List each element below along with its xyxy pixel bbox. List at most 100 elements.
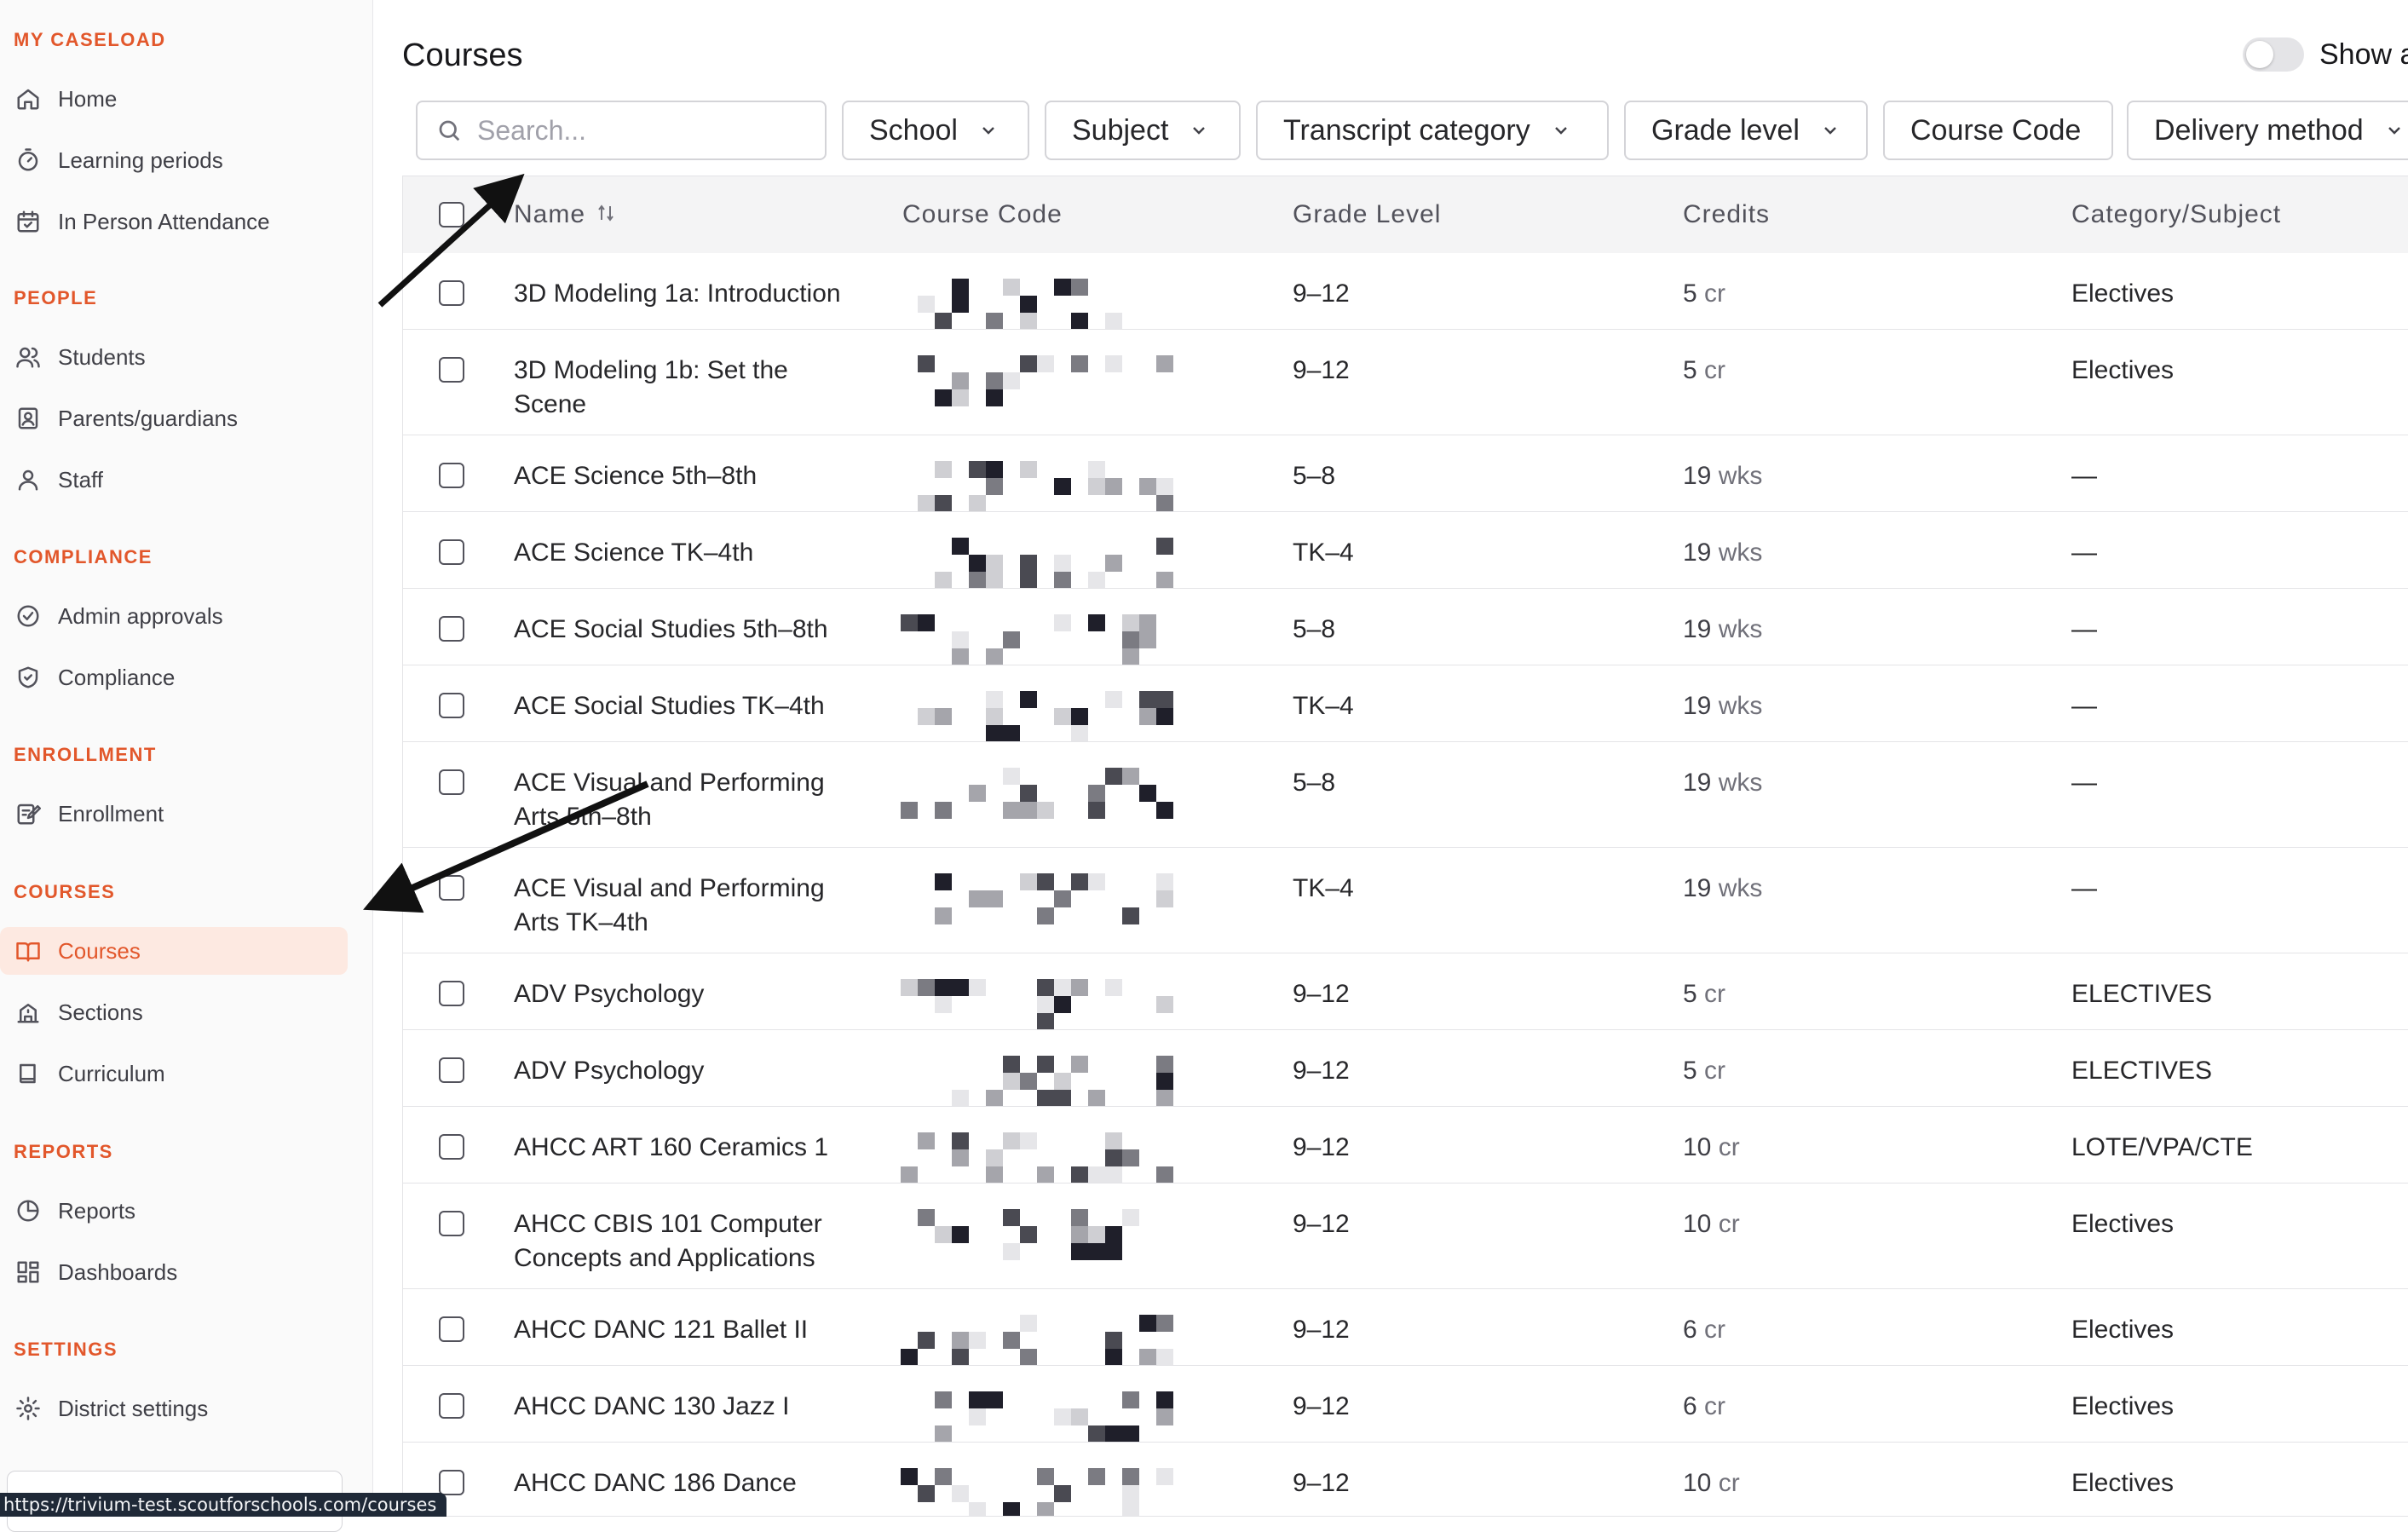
table-row[interactable]: 3D Modeling 1a: Introduction 9–12 5 cr Elec… [403, 253, 2408, 330]
sidebar-item-label: Students [58, 343, 146, 370]
table-row[interactable]: ACE Social Studies TK–4th TK–4 19 wks — [403, 665, 2408, 742]
course-name[interactable]: ACE Visual and Performing Arts 5th–8th [514, 766, 846, 834]
course-name[interactable]: ACE Science TK–4th [514, 536, 846, 570]
table-row[interactable]: ADV Psychology 9–12 5 cr ELECTIVES [403, 953, 2408, 1030]
table-row[interactable]: ACE Visual and Performing Arts TK–4th TK–… [403, 848, 2408, 953]
table-row[interactable]: ACE Visual and Performing Arts 5th–8th 5–… [403, 742, 2408, 848]
redaction-pixel [901, 1468, 918, 1485]
filter-course-code[interactable]: Course Code [1883, 101, 2113, 160]
table-row[interactable]: 3D Modeling 1b: Set the Scene 9–12 5 cr Ele… [403, 330, 2408, 435]
table-row[interactable]: ACE Social Studies 5th–8th 5–8 19 wks — [403, 589, 2408, 665]
sidebar-item-students[interactable]: Students [0, 333, 348, 381]
sidebar-item-curriculum[interactable]: Curriculum [0, 1050, 348, 1097]
column-header-name[interactable]: Name [514, 200, 616, 230]
column-header-credits[interactable]: Credits [1683, 200, 1770, 229]
sidebar-section-title: COMPLIANCE [14, 546, 153, 567]
redaction-pixel [1037, 996, 1054, 1013]
filter-school[interactable]: School [842, 101, 1029, 160]
sidebar-item-home[interactable]: Home [0, 75, 348, 123]
show-all-toggle[interactable] [2243, 37, 2304, 72]
course-name[interactable]: AHCC DANC 121 Ballet II [514, 1313, 846, 1347]
row-checkbox[interactable] [439, 981, 464, 1006]
sidebar-item-reports[interactable]: Reports [0, 1187, 348, 1235]
table-row[interactable]: ACE Science 5th–8th 5–8 19 wks — [403, 435, 2408, 512]
select-all-checkbox[interactable] [439, 202, 464, 227]
column-header-course-code[interactable]: Course Code [902, 200, 1063, 229]
filter-grade-level[interactable]: Grade level [1624, 101, 1868, 160]
sidebar-item-district-settings[interactable]: District settings [0, 1385, 348, 1432]
row-checkbox[interactable] [439, 463, 464, 488]
row-checkbox[interactable] [439, 280, 464, 306]
table-row[interactable]: ADV Psychology 9–12 5 cr ELECTIVES [403, 1030, 2408, 1107]
row-checkbox[interactable] [439, 1393, 464, 1419]
redaction-pixel [1139, 708, 1156, 725]
row-checkbox[interactable] [439, 539, 464, 565]
redaction-pixel [952, 389, 969, 406]
redaction-pixel [1054, 1485, 1071, 1502]
redaction-pixel [1156, 802, 1173, 819]
column-header-category-subject[interactable]: Category/Subject [2071, 200, 2281, 229]
row-checkbox[interactable] [439, 1057, 464, 1083]
chevron-down-icon [2388, 127, 2400, 135]
table-row[interactable]: ACE Science TK–4th TK–4 19 wks — [403, 512, 2408, 589]
redaction-pixel [901, 1349, 918, 1365]
column-header-grade-level[interactable]: Grade Level [1293, 200, 1441, 229]
sidebar-item-admin-approvals[interactable]: Admin approvals [0, 592, 348, 640]
table-row[interactable]: AHCC CBIS 101 Computer Concepts and Appl… [403, 1184, 2408, 1289]
sidebar-section-title: SETTINGS [14, 1339, 118, 1360]
sidebar-item-parents-guardians[interactable]: Parents/guardians [0, 395, 348, 442]
redaction-pixel [1156, 996, 1173, 1013]
course-name[interactable]: 3D Modeling 1b: Set the Scene [514, 354, 846, 422]
course-name[interactable]: AHCC DANC 186 Dance [514, 1466, 846, 1500]
row-checkbox[interactable] [439, 1316, 464, 1342]
course-name[interactable]: ACE Science 5th–8th [514, 459, 846, 493]
row-checkbox[interactable] [439, 875, 464, 901]
course-name[interactable]: ADV Psychology [514, 977, 846, 1011]
table-row[interactable]: AHCC DANC 186 Dance 9–12 10 cr Electives [403, 1443, 2408, 1516]
row-checkbox[interactable] [439, 1211, 464, 1236]
filter-delivery-method[interactable]: Delivery method [2127, 101, 2408, 160]
sidebar-item-enrollment[interactable]: Enrollment [0, 790, 348, 838]
table-row[interactable]: AHCC DANC 121 Ballet II 9–12 6 cr Electives [403, 1289, 2408, 1366]
credits-unit: cr [1704, 1316, 1726, 1344]
row-checkbox[interactable] [439, 357, 464, 383]
redaction-pixel [952, 538, 969, 555]
course-name[interactable]: ACE Visual and Performing Arts TK–4th [514, 872, 846, 940]
row-checkbox[interactable] [439, 1470, 464, 1495]
course-code-redacted [901, 1289, 1195, 1365]
row-checkbox[interactable] [439, 616, 464, 642]
search-input[interactable] [475, 113, 803, 147]
table-row[interactable]: AHCC DANC 130 Jazz I 9–12 6 cr Electives [403, 1366, 2408, 1443]
course-name[interactable]: AHCC ART 160 Ceramics 1 [514, 1131, 846, 1165]
course-name[interactable]: ACE Social Studies TK–4th [514, 689, 846, 723]
redaction-pixel [1156, 1166, 1173, 1183]
sidebar-item-learning-periods[interactable]: Learning periods [0, 136, 348, 184]
redaction-pixel [1003, 372, 1020, 389]
credits-value: 6 [1683, 1316, 1697, 1344]
sidebar-item-staff[interactable]: Staff [0, 456, 348, 504]
show-all-toggle-group[interactable]: Show a [2243, 37, 2408, 72]
course-name[interactable]: AHCC CBIS 101 Computer Concepts and Appl… [514, 1207, 846, 1276]
filter-subject[interactable]: Subject [1045, 101, 1241, 160]
sidebar-item-dashboards[interactable]: Dashboards [0, 1248, 348, 1296]
table-row[interactable]: AHCC ART 160 Ceramics 1 9–12 10 cr LOTE/VPA… [403, 1107, 2408, 1184]
course-name[interactable]: 3D Modeling 1a: Introduction [514, 277, 846, 311]
row-checkbox[interactable] [439, 693, 464, 718]
sidebar-item-courses[interactable]: Courses [0, 927, 348, 975]
course-name[interactable]: AHCC DANC 130 Jazz I [514, 1390, 846, 1424]
sidebar-item-compliance[interactable]: Compliance [0, 654, 348, 701]
redaction-pixel [1037, 355, 1054, 372]
sidebar-item-sections[interactable]: Sections [0, 988, 348, 1036]
search-box[interactable] [416, 101, 827, 160]
course-name[interactable]: ADV Psychology [514, 1054, 846, 1088]
sidebar-item-in-person-attendance[interactable]: In Person Attendance [0, 198, 348, 245]
credits: 6 cr [1683, 1390, 1725, 1424]
row-checkbox[interactable] [439, 1134, 464, 1160]
course-name[interactable]: ACE Social Studies 5th–8th [514, 613, 846, 647]
redaction-pixel [1020, 873, 1037, 890]
filter-transcript-category[interactable]: Transcript category [1256, 101, 1609, 160]
calendar-check-icon [14, 207, 43, 236]
sort-icon[interactable] [596, 201, 616, 230]
row-checkbox[interactable] [439, 769, 464, 795]
sidebar-item-label: Reports [58, 1197, 136, 1224]
